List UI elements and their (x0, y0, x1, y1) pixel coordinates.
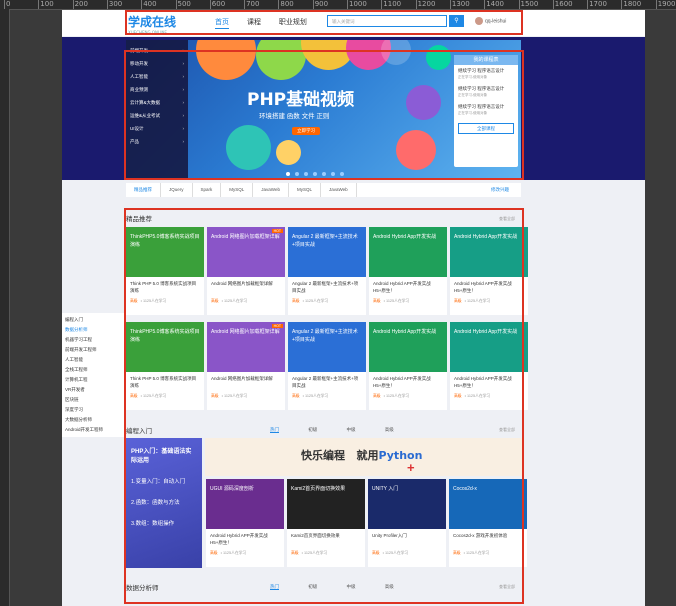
ruler-label: 1100 (383, 0, 402, 8)
left-nav-item[interactable]: VR开发者 (62, 385, 124, 395)
ruler-label: 300 (108, 0, 123, 8)
subnav-item[interactable]: Spark (193, 183, 222, 197)
ruler-label: 700 (246, 0, 260, 8)
ruler-label: 1500 (520, 0, 539, 8)
left-nav-item[interactable]: 大数据分析师 (62, 415, 124, 425)
left-nav-item[interactable]: 数据分析师 (62, 325, 124, 335)
highlight-box-main (124, 208, 524, 604)
left-nav-item[interactable]: Android开发工程师 (62, 425, 124, 435)
ruler-label: 1300 (451, 0, 470, 8)
left-nav-item[interactable]: 全栈工程师 (62, 365, 124, 375)
subnav-item[interactable]: MySQL (221, 183, 254, 197)
subnav-item[interactable]: 精品推荐 (126, 183, 161, 197)
left-nav-item[interactable]: 编程入门 (62, 315, 124, 325)
left-nav-item[interactable]: 机器学习工程 (62, 335, 124, 345)
left-nav-item[interactable]: 计算机工程 (62, 375, 124, 385)
ruler-label: 1200 (417, 0, 436, 8)
ruler-label: 100 (40, 0, 54, 8)
ruler-label: 1700 (589, 0, 607, 8)
ruler-label: 1800 (623, 0, 642, 8)
ruler-label: 500 (177, 0, 191, 8)
ruler-label: 0 (6, 0, 11, 8)
subnav-item[interactable]: MySQL (289, 183, 321, 197)
ruler-label: 1600 (554, 0, 573, 8)
ruler-label: 1900 (657, 0, 676, 8)
left-nav-item[interactable]: 前端开发工程师 (62, 345, 124, 355)
ruler-horizontal: 0 100 200 300 400 500 600 700 800 900 1000 1100 1200… (0, 0, 676, 10)
ruler-label: 1400 (486, 0, 505, 8)
course-subnav: 精品推荐 JQuery Spark MySQL JavaWeb MySQL JavaWeb 修… (126, 183, 521, 197)
subnav-item[interactable]: JavaWeb (321, 183, 357, 197)
highlight-box-header (125, 10, 523, 35)
left-nav-item[interactable]: 区块链 (62, 395, 124, 405)
subnav-more-link[interactable]: 修改兴趣 (483, 183, 517, 197)
page-canvas: 学成在线 XUECHENG ONLINE 首页 课程 职业规划 输入关键词 ⚲ q… (62, 10, 645, 606)
left-nav-item[interactable]: 人工智能 (62, 355, 124, 365)
ruler-vertical (0, 9, 10, 606)
ruler-label: 800 (280, 0, 294, 8)
subnav-item[interactable]: JQuery (161, 183, 193, 197)
ruler-label: 200 (74, 0, 88, 8)
highlight-box-banner (124, 50, 524, 180)
ruler-label: 1000 (349, 0, 367, 8)
left-nav-item[interactable]: 深度学习 (62, 405, 124, 415)
ruler-label: 400 (143, 0, 157, 8)
subnav-item[interactable]: JavaWeb (253, 183, 289, 197)
ruler-label: 600 (211, 0, 226, 8)
ruler-label: 900 (314, 0, 329, 8)
left-side-nav: 编程入门 数据分析师 机器学习工程 前端开发工程师 人工智能 全栈工程师 计算机工程 VR开发… (62, 313, 124, 437)
